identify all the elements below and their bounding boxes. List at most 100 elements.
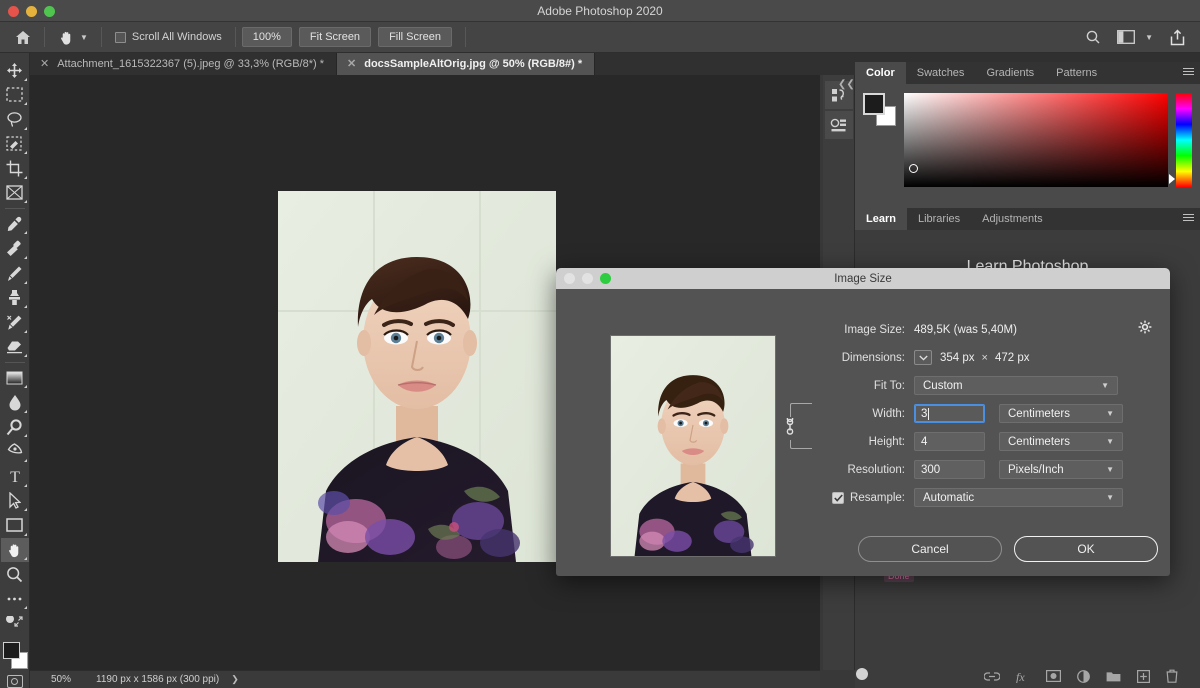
- height-input[interactable]: 4: [914, 432, 985, 451]
- panel-menu-icon[interactable]: [1183, 68, 1194, 77]
- window-controls[interactable]: [8, 6, 55, 17]
- current-tool-button[interactable]: ▼: [51, 22, 95, 53]
- history-brush-tool[interactable]: [1, 310, 29, 335]
- dodge-tool[interactable]: [1, 415, 29, 440]
- quick-mask-button[interactable]: [7, 675, 23, 688]
- cancel-button[interactable]: Cancel: [858, 536, 1002, 562]
- gradient-tool[interactable]: [1, 366, 29, 391]
- status-expand-icon[interactable]: ❯: [231, 674, 239, 685]
- tab-patterns[interactable]: Patterns: [1045, 62, 1108, 84]
- width-unit-select[interactable]: Centimeters ▼: [999, 404, 1123, 423]
- resample-label-group[interactable]: Resample:: [818, 492, 914, 504]
- dimensions-units-dropdown[interactable]: [914, 350, 932, 365]
- hand-tool[interactable]: [1, 538, 29, 563]
- zoom-100-button[interactable]: 100%: [242, 27, 292, 47]
- dialog-title-bar[interactable]: Image Size: [556, 268, 1170, 289]
- color-field[interactable]: [904, 93, 1168, 187]
- properties-panel-button[interactable]: [825, 111, 853, 139]
- color-picker-handle[interactable]: [909, 164, 918, 173]
- share-icon[interactable]: [1169, 29, 1186, 46]
- clone-stamp-icon: [6, 289, 23, 306]
- expand-panels-icon[interactable]: ❮❮: [838, 79, 855, 90]
- pen-tool[interactable]: [1, 439, 29, 464]
- fill-screen-button[interactable]: Fill Screen: [378, 27, 452, 47]
- pen-icon: [6, 443, 23, 460]
- tab-swatches[interactable]: Swatches: [906, 62, 976, 84]
- ok-button[interactable]: OK: [1014, 536, 1158, 562]
- close-icon[interactable]: ✕: [347, 59, 356, 70]
- blur-tool[interactable]: [1, 390, 29, 415]
- hue-slider-handle[interactable]: [1169, 174, 1175, 184]
- lasso-tool[interactable]: [1, 107, 29, 132]
- foreground-color-swatch[interactable]: [3, 642, 20, 659]
- rectangle-tool[interactable]: [1, 513, 29, 538]
- adjustment-layer-icon[interactable]: [1077, 670, 1090, 683]
- color-swatches[interactable]: [0, 640, 30, 670]
- width-input[interactable]: 3: [914, 404, 985, 423]
- path-selection-tool[interactable]: [1, 489, 29, 514]
- resolution-unit-select[interactable]: Pixels/Inch ▼: [999, 460, 1123, 479]
- foreground-color-swatch[interactable]: [863, 93, 885, 115]
- frame-tool[interactable]: [1, 181, 29, 206]
- resolution-input[interactable]: 300: [914, 460, 985, 479]
- panel-menu-icon[interactable]: [1183, 214, 1194, 223]
- type-icon: T: [7, 468, 23, 484]
- link-layers-icon[interactable]: [984, 671, 1000, 682]
- fit-screen-button[interactable]: Fit Screen: [299, 27, 371, 47]
- panel-resize-handle[interactable]: [856, 668, 868, 680]
- dialog-window-controls[interactable]: [564, 273, 611, 284]
- document-tab-1[interactable]: ✕ Attachment_1615322367 (5).jpeg @ 33,3%…: [30, 53, 337, 75]
- home-button[interactable]: [8, 22, 38, 53]
- new-layer-icon[interactable]: [1137, 670, 1150, 683]
- minimize-window-button[interactable]: [26, 6, 37, 17]
- dimensions-label: Dimensions:: [818, 352, 914, 364]
- edit-toolbar-tool[interactable]: [1, 587, 29, 612]
- layer-style-fx-icon[interactable]: fx: [1016, 670, 1030, 683]
- close-window-button[interactable]: [8, 6, 19, 17]
- height-label: Height:: [818, 436, 914, 448]
- quick-selection-tool[interactable]: [1, 132, 29, 157]
- scroll-all-windows-checkbox[interactable]: Scroll All Windows: [108, 22, 229, 53]
- workspace-layout-icon[interactable]: [1117, 30, 1135, 44]
- zoom-tool[interactable]: [1, 562, 29, 587]
- gear-icon[interactable]: [1138, 320, 1152, 334]
- tab-adjustments[interactable]: Adjustments: [971, 208, 1054, 230]
- healing-brush-tool[interactable]: [1, 236, 29, 261]
- dialog-zoom-button[interactable]: [600, 273, 611, 284]
- color-panel-swatches[interactable]: [863, 93, 896, 126]
- tab-libraries[interactable]: Libraries: [907, 208, 971, 230]
- tab-learn[interactable]: Learn: [855, 208, 907, 230]
- divider: [5, 362, 25, 363]
- hand-icon: [6, 541, 23, 559]
- eraser-tool[interactable]: [1, 335, 29, 360]
- marquee-tool[interactable]: [1, 83, 29, 108]
- search-icon[interactable]: [1085, 29, 1101, 45]
- move-tool[interactable]: [1, 58, 29, 83]
- eraser-icon: [6, 339, 23, 354]
- maximize-window-button[interactable]: [44, 6, 55, 17]
- constrain-proportions-button[interactable]: [784, 417, 796, 440]
- tab-gradients[interactable]: Gradients: [975, 62, 1045, 84]
- close-icon[interactable]: ✕: [40, 59, 49, 70]
- fit-to-select[interactable]: Custom ▼: [914, 376, 1118, 395]
- delete-layer-icon[interactable]: [1166, 669, 1178, 683]
- color-modes[interactable]: [1, 611, 29, 636]
- resample-checkbox[interactable]: [832, 492, 844, 504]
- dimensions-row: Dimensions: 354 px × 472 px: [818, 344, 1154, 371]
- home-icon: [15, 30, 31, 45]
- brush-tool[interactable]: [1, 261, 29, 286]
- add-mask-icon[interactable]: [1046, 670, 1061, 682]
- tab-color[interactable]: Color: [855, 62, 906, 84]
- status-zoom-level[interactable]: 50%: [30, 674, 92, 685]
- hue-strip[interactable]: [1176, 93, 1192, 187]
- new-group-icon[interactable]: [1106, 670, 1121, 682]
- crop-tool[interactable]: [1, 156, 29, 181]
- resample-select[interactable]: Automatic ▼: [914, 488, 1123, 507]
- document-tab-2[interactable]: ✕ docsSampleAltOrig.jpg @ 50% (RGB/8#) *: [337, 53, 595, 75]
- clone-stamp-tool[interactable]: [1, 286, 29, 311]
- type-tool[interactable]: T: [1, 464, 29, 489]
- height-unit-select[interactable]: Centimeters ▼: [999, 432, 1123, 451]
- eyedropper-tool[interactable]: [1, 212, 29, 237]
- image-preview[interactable]: [610, 335, 776, 557]
- divider: [44, 27, 45, 47]
